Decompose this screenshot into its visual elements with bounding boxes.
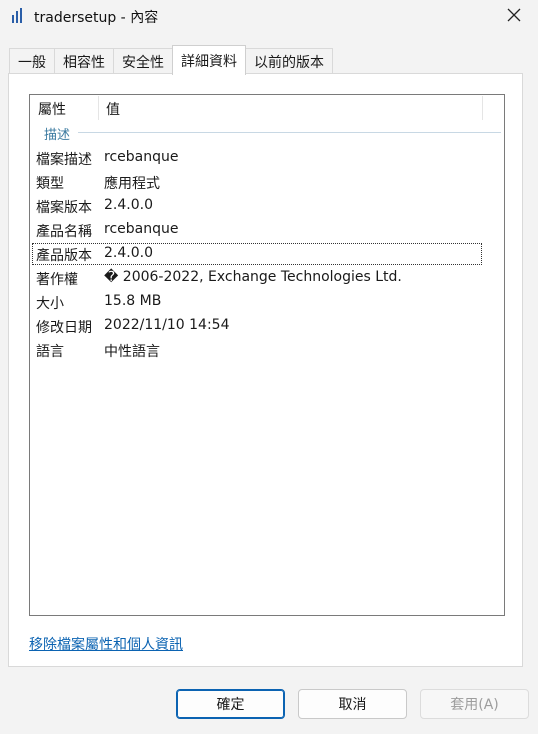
window-title: tradersetup - 內容 [34,10,159,26]
list-item[interactable]: 類型 應用程式 [30,171,502,193]
property-name: 檔案版本 [36,200,92,216]
close-icon [507,8,521,26]
tab-compatibility[interactable]: 相容性 [54,48,114,75]
header-value[interactable]: 值 [106,99,120,119]
header-property[interactable]: 屬性 [38,99,66,119]
property-value: 2022/11/10 14:54 [104,317,230,333]
cancel-button[interactable]: 取消 [298,689,407,719]
list-item-selected[interactable]: 產品版本 2.4.0.0 [30,243,502,265]
property-name: 檔案描述 [36,152,92,168]
tab-previous-versions[interactable]: 以前的版本 [245,48,333,75]
property-value: � 2006-2022, Exchange Technologies Ltd. [104,269,402,285]
group-label: 描述 [44,128,71,143]
property-name: 大小 [36,296,64,312]
property-name: 語言 [36,344,64,360]
property-name: 產品名稱 [36,224,92,240]
list-item[interactable]: 檔案版本 2.4.0.0 [30,195,502,217]
property-name: 產品版本 [36,248,92,264]
tab-security[interactable]: 安全性 [113,48,173,75]
property-value: 中性語言 [104,344,160,360]
property-name: 修改日期 [36,320,92,336]
details-panel: 屬性 值 描述 檔案描述 rcebanque 類型 應用程式 檔案版本 2.4.… [8,73,523,667]
list-item[interactable]: 著作權 � 2006-2022, Exchange Technologies L… [30,267,502,289]
list-item[interactable]: 產品名稱 rcebanque [30,219,502,241]
apply-button[interactable]: 套用(A) [420,689,529,719]
property-value: 應用程式 [104,176,160,192]
property-value: 15.8 MB [104,293,162,309]
list-item[interactable]: 語言 中性語言 [30,339,502,361]
header-divider[interactable] [98,96,99,120]
ok-button[interactable]: 確定 [176,689,285,719]
property-value: 2.4.0.0 [104,197,153,213]
list-item[interactable]: 大小 15.8 MB [30,291,502,313]
header-divider[interactable] [482,96,483,120]
property-value: rcebanque [104,221,179,237]
property-value: 2.4.0.0 [104,245,153,261]
group-description: 描述 [42,124,501,143]
tab-details[interactable]: 詳細資料 [172,45,246,75]
tab-strip: 一般 相容性 安全性 詳細資料 以前的版本 [9,45,333,75]
app-icon [10,8,26,24]
property-value: rcebanque [104,149,179,165]
tab-general[interactable]: 一般 [9,48,55,75]
focus-rectangle [32,243,482,265]
property-name: 類型 [36,176,64,192]
list-header: 屬性 值 [30,95,504,121]
list-item[interactable]: 修改日期 2022/11/10 14:54 [30,315,502,337]
title-bar: tradersetup - 內容 [0,0,538,34]
list-item[interactable]: 檔案描述 rcebanque [30,147,502,169]
group-divider [78,132,501,133]
property-name: 著作權 [36,272,78,288]
details-list[interactable]: 屬性 值 描述 檔案描述 rcebanque 類型 應用程式 檔案版本 2.4.… [29,94,505,616]
remove-properties-link[interactable]: 移除檔案屬性和個人資訊 [29,634,183,654]
close-button[interactable] [498,2,530,32]
